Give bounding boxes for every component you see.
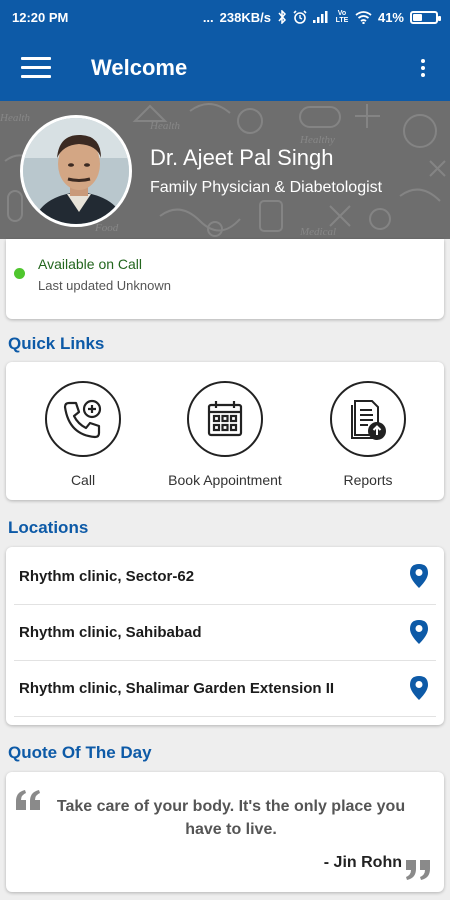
quote-title: Quote Of The Day: [8, 743, 152, 762]
quick-link-call[interactable]: Call: [13, 362, 153, 500]
phone-plus-icon: [45, 381, 121, 457]
wifi-icon: [355, 10, 372, 24]
location-name: Rhythm clinic, Sahibabad: [19, 624, 202, 641]
status-dot: [14, 268, 25, 279]
report-upload-icon: [330, 381, 406, 457]
signal-icon: [312, 11, 329, 23]
battery-level: [413, 13, 423, 21]
location-name: Rhythm clinic, Shalimar Garden Extension…: [19, 680, 335, 697]
location-row[interactable]: Rhythm clinic, Sector-62: [14, 549, 436, 605]
location-pin-icon[interactable]: [410, 564, 428, 593]
locations-title: Locations: [8, 518, 89, 537]
status-bar: 12:20 PM ... 238KB/s Vo LTE 41%: [0, 0, 450, 34]
last-updated: Last updated Unknown: [38, 278, 171, 293]
alarm-icon: [293, 10, 307, 24]
svg-text:Medical: Medical: [299, 226, 336, 238]
quick-link-label: Book Appointment: [168, 472, 282, 488]
volte-label: Vo LTE: [335, 10, 349, 24]
battery-icon: [410, 10, 441, 24]
hamburger-menu-icon[interactable]: [21, 51, 51, 84]
availability-card: Available on Call Last updated Unknown: [6, 239, 444, 319]
location-name: Rhythm clinic, Sector-62: [19, 568, 195, 585]
availability-status: Available on Call: [38, 256, 143, 272]
doctor-specialty: Family Physician & Diabetologist: [150, 179, 383, 196]
location-pin-icon[interactable]: [410, 676, 428, 705]
quick-link-label: Call: [70, 472, 96, 488]
quick-link-reports[interactable]: Reports: [298, 362, 438, 500]
calendar-icon: [187, 381, 263, 457]
location-pin-icon[interactable]: [410, 620, 428, 649]
quote-author: - Jin Rohn: [323, 854, 402, 871]
quick-links-card: Call Book Appointment Reports: [6, 362, 444, 500]
quote-text: Take care of your body. It's the only pl…: [56, 798, 406, 838]
doctor-avatar: [20, 115, 132, 227]
locations-card: Rhythm clinic, Sector-62 Rhythm clinic, …: [6, 547, 444, 725]
svg-text:Health: Health: [149, 120, 180, 132]
quick-links-title: Quick Links: [8, 334, 105, 353]
quick-link-label: Reports: [343, 472, 393, 488]
quote-close-icon: [406, 860, 432, 885]
quick-link-book-appointment[interactable]: Book Appointment: [155, 362, 295, 500]
status-time: 12:20 PM: [12, 9, 69, 25]
location-row[interactable]: Rhythm clinic, Sahibabad: [14, 605, 436, 661]
battery-text: 41%: [377, 9, 404, 25]
net-speed: 238KB/s: [219, 9, 271, 25]
page-title: Welcome: [91, 54, 188, 80]
notification-dots: ...: [202, 9, 214, 25]
more-vert-icon[interactable]: [418, 58, 428, 77]
doctor-name: Dr. Ajeet Pal Singh: [150, 145, 334, 170]
app-bar: Welcome: [0, 34, 450, 101]
quote-card: Take care of your body. It's the only pl…: [6, 772, 444, 892]
svg-text:Health: Health: [0, 112, 30, 124]
location-row[interactable]: Rhythm clinic, Shalimar Garden Extension…: [14, 661, 436, 717]
quote-open-icon: [16, 790, 42, 815]
bluetooth-icon: [277, 10, 287, 24]
profile-header: Health Healthy Food Medical Health Dr. A…: [0, 101, 450, 239]
status-icons: ... 238KB/s Vo LTE 41%: [202, 9, 441, 25]
svg-text:Food: Food: [94, 222, 119, 234]
